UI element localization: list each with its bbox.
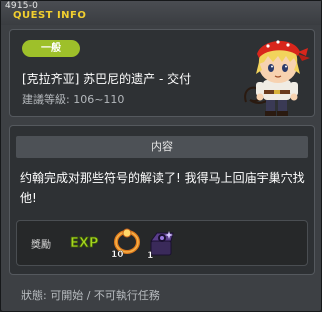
content-header: 内容 [16,136,308,158]
chest-icon[interactable]: 1 [143,227,177,261]
quest-info-window: 4915-0 QUEST INFO 一般 [克拉齐亚] 苏巴尼的遗产 - 交付 … [0,0,322,312]
window-title: QUEST INFO [13,10,87,21]
svg-text:10: 10 [111,250,124,260]
npc-portrait [244,40,310,116]
reward-label: 獎勵 [31,240,51,251]
quest-name: [克拉齐亚] 苏巴尼的遗产 - 交付 [22,72,192,86]
exp-icon[interactable]: EXP [69,229,101,255]
quest-description: 约翰完成对那些符号的解读了! 我得马上回庙宇巢穴找他! [20,171,305,205]
reward-box: 獎勵 EXP 10 1 [16,220,308,266]
quest-summary-panel: 一般 [克拉齐亚] 苏巴尼的遗产 - 交付 建議等級: 106~110 [9,29,315,117]
recommended-level: 建議等級: 106~110 [22,93,125,106]
quest-content-panel: 内容 约翰完成对那些符号的解读了! 我得马上回庙宇巢穴找他! 獎勵 EXP 10… [9,125,315,275]
quest-category-badge: 一般 [22,40,80,57]
title-bar[interactable]: 4915-0 QUEST INFO [1,1,321,25]
ring-icon[interactable]: 10 [109,226,143,260]
svg-text:1: 1 [147,251,153,261]
quest-status: 狀態: 可開始 / 不可執行任務 [21,289,160,302]
svg-text:EXP: EXP [70,236,98,251]
